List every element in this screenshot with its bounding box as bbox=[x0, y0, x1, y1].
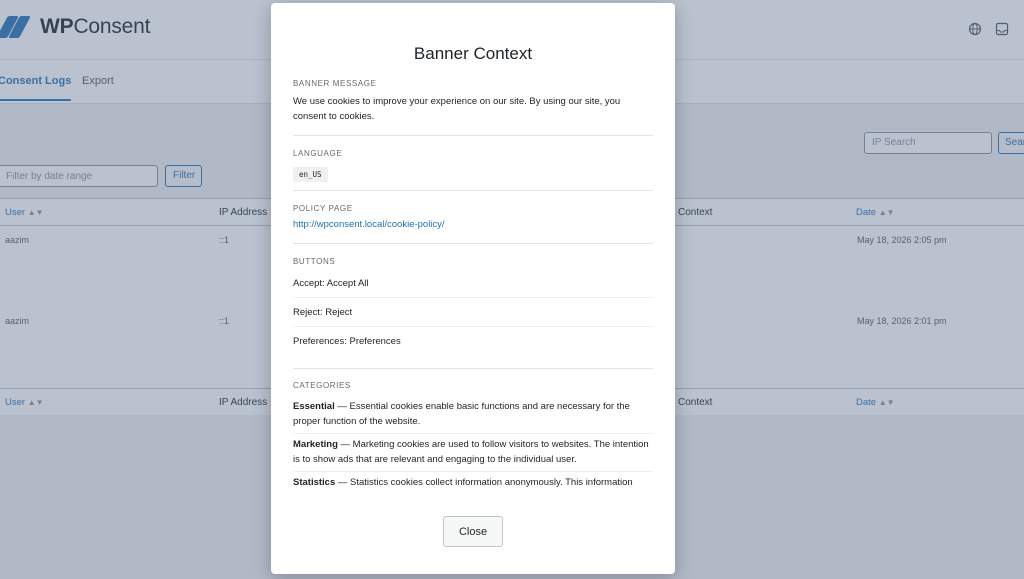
category-desc: — Statistics cookies collect information… bbox=[335, 477, 633, 488]
language-code: en_US bbox=[293, 167, 328, 182]
button-entry: Preferences: Preferences bbox=[293, 336, 401, 347]
banner-message-section: BANNER MESSAGE We use cookies to improve… bbox=[293, 79, 653, 136]
modal-body[interactable]: BANNER MESSAGE We use cookies to improve… bbox=[293, 79, 653, 501]
section-heading: POLICY PAGE bbox=[293, 204, 353, 213]
button-entry: Accept: Accept All bbox=[293, 269, 653, 298]
category-entry: Essential — Essential cookies enable bas… bbox=[293, 396, 653, 434]
modal-title: Banner Context bbox=[413, 44, 533, 63]
close-button[interactable]: Close bbox=[443, 516, 503, 547]
buttons-section: BUTTONS Accept: Accept All Reject: Rejec… bbox=[293, 244, 653, 369]
banner-message-text: We use cookies to improve your experienc… bbox=[293, 96, 621, 122]
section-heading: BUTTONS bbox=[293, 257, 336, 266]
category-name: Statistics bbox=[293, 477, 336, 488]
policy-page-section: POLICY PAGE http://wpconsent.local/cooki… bbox=[293, 191, 653, 244]
category-desc: — Marketing cookies are used to follow v… bbox=[293, 439, 649, 465]
categories-section: CATEGORIES Essential — Essential cookies… bbox=[293, 369, 653, 494]
category-name: Essential bbox=[293, 401, 335, 412]
section-heading: BANNER MESSAGE bbox=[293, 79, 377, 88]
button-entry: Reject: Reject bbox=[293, 298, 653, 327]
category-desc: — Essential cookies enable basic functio… bbox=[293, 401, 630, 427]
section-heading: CATEGORIES bbox=[293, 381, 351, 390]
category-entry: Statistics — Statistics cookies collect … bbox=[293, 472, 653, 494]
banner-context-modal: Banner Context BANNER MESSAGE We use coo… bbox=[271, 3, 675, 574]
category-entry: Marketing — Marketing cookies are used t… bbox=[293, 434, 653, 472]
policy-page-link[interactable]: http://wpconsent.local/cookie-policy/ bbox=[293, 219, 653, 230]
language-section: LANGUAGE en_US bbox=[293, 136, 653, 191]
section-heading: LANGUAGE bbox=[293, 149, 343, 158]
category-name: Marketing bbox=[293, 439, 338, 450]
